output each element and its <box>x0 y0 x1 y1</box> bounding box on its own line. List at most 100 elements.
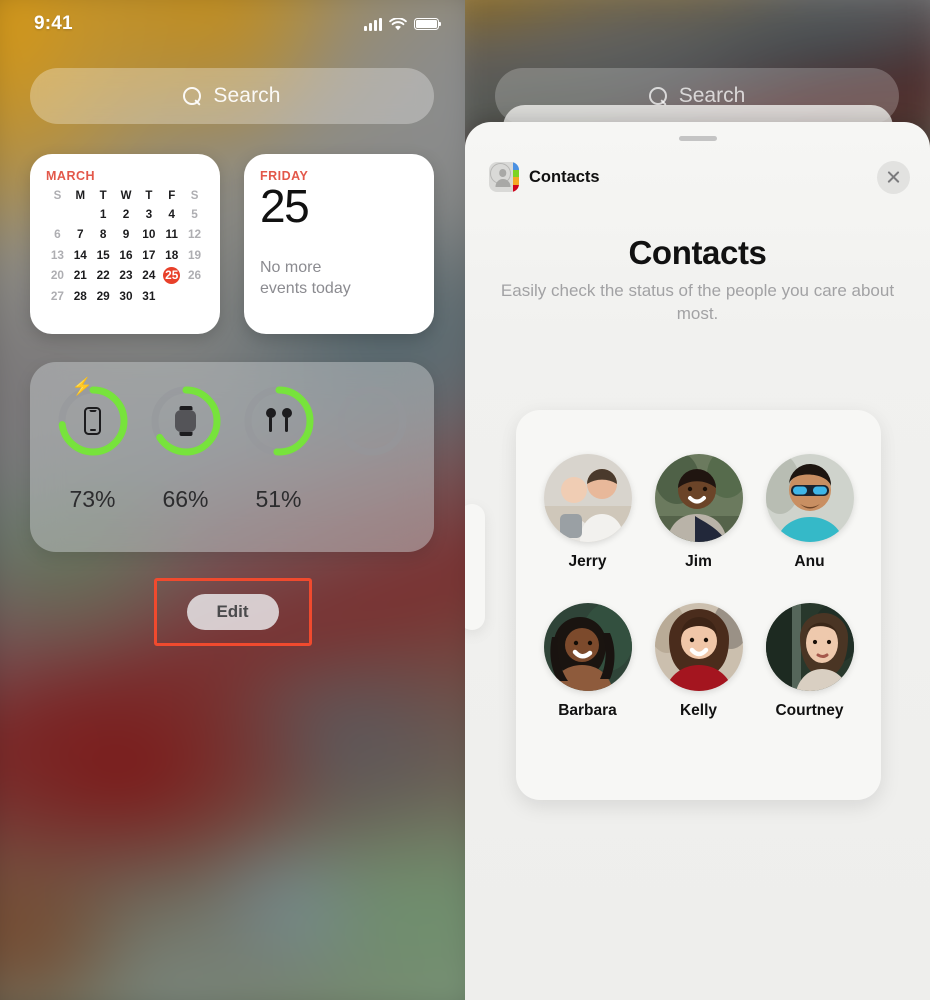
calendar-day: 10 <box>142 227 156 241</box>
sheet-subtitle: Easily check the status of the people yo… <box>500 281 895 323</box>
contact-item[interactable]: Kelly <box>654 603 743 720</box>
contact-item[interactable]: Barbara <box>543 603 632 720</box>
calendar-day: 16 <box>119 247 133 262</box>
battery-ring-apple-watch <box>149 384 223 458</box>
calendar-day: 4 <box>168 206 175 221</box>
calendar-day: 23 <box>119 268 133 282</box>
battery-ring-iphone: ⚡ <box>56 377 130 458</box>
battery-percent-label: 51% <box>255 486 302 512</box>
contact-item[interactable]: Courtney <box>765 603 854 720</box>
calendar-grid: SMTWTFS..1234567891011121314151617181920… <box>46 190 206 305</box>
calendar-day: 30 <box>119 288 133 303</box>
avatar <box>543 454 632 542</box>
calendar-dow: S <box>53 190 62 202</box>
sheet-app-name: Contacts <box>529 167 600 186</box>
contacts-widget-preview[interactable]: Jerry Jim Anu Barbara Kelly Courtney <box>516 410 881 800</box>
calendar-day: 12 <box>188 227 202 241</box>
calendar-day: 3 <box>145 206 153 221</box>
calendar-dow: M <box>75 190 86 202</box>
calendar-day: 21 <box>73 268 87 282</box>
close-icon[interactable] <box>877 160 910 194</box>
widget-row: MARCH SMTWTFS..1234567891011121314151617… <box>30 154 434 334</box>
search-icon <box>648 86 668 106</box>
calendar-dow: F <box>168 190 176 202</box>
contact-name: Jim <box>685 553 712 570</box>
contact-item[interactable]: Jim <box>654 454 743 571</box>
search-icon <box>183 86 202 106</box>
widget-preview-peek-left[interactable] <box>465 504 485 630</box>
contact-name: Anu <box>794 553 825 570</box>
edit-button-highlight: Edit <box>153 578 312 646</box>
battery-rings: ⚡ <box>30 377 434 458</box>
calendar-day: 18 <box>165 247 179 262</box>
battery-ring-airpods <box>242 384 316 458</box>
event-empty-message: No more events today <box>260 259 351 298</box>
battery-widget[interactable]: ⚡ 73% 66% 51% <box>30 362 434 552</box>
status-icons <box>364 17 442 31</box>
battery-percent-label: 66% <box>162 486 209 512</box>
contact-name: Kelly <box>679 702 718 719</box>
contact-name: Barbara <box>558 702 617 719</box>
calendar-day: 1 <box>99 206 107 221</box>
calendar-day: 31 <box>142 288 156 303</box>
calendar-widget[interactable]: MARCH SMTWTFS..1234567891011121314151617… <box>30 154 220 334</box>
status-bar: 9:41 <box>0 0 465 48</box>
status-time: 9:41 <box>34 13 73 34</box>
avatar <box>654 454 743 542</box>
contact-name: Jerry <box>568 553 607 570</box>
avatar <box>654 603 743 691</box>
calendar-day: 22 <box>96 268 110 282</box>
calendar-day: 6 <box>54 227 61 241</box>
avatar <box>765 603 854 691</box>
calendar-day: 2 <box>122 206 130 221</box>
edit-button[interactable]: Edit <box>186 594 279 630</box>
calendar-day: 25 <box>163 267 181 284</box>
calendar-day: 28 <box>73 288 87 303</box>
calendar-day: 20 <box>50 268 64 282</box>
search-bar[interactable]: Search <box>30 68 434 124</box>
sheet-title: Contacts <box>628 234 767 271</box>
left-phone-screen: 9:41 Search MARCH SMTWTFS..1234567891011… <box>0 0 465 1000</box>
sheet-grabber-handle[interactable] <box>678 136 717 141</box>
calendar-dow: S <box>190 190 199 202</box>
calendar-day: 17 <box>142 247 156 262</box>
event-date-number: 25 <box>260 180 310 232</box>
events-widget[interactable]: FRIDAY 25 No more events today <box>244 154 434 334</box>
calendar-dow: T <box>99 190 107 202</box>
calendar-day: 24 <box>142 268 156 282</box>
contact-item[interactable]: Anu <box>765 454 854 571</box>
calendar-day: 27 <box>50 288 64 303</box>
right-phone-screen: Search Contacts Contacts Easily check th… <box>465 0 930 1000</box>
calendar-day: 8 <box>99 227 107 241</box>
contacts-grid: Jerry Jim Anu Barbara Kelly Courtney <box>532 454 865 720</box>
widget-picker-sheet: Contacts Contacts Easily check the statu… <box>465 122 930 1000</box>
wifi-icon <box>389 17 407 30</box>
calendar-day: 14 <box>73 247 87 262</box>
calendar-day: 29 <box>96 288 110 303</box>
contacts-app-icon <box>489 162 519 192</box>
battery-percent-label: 73% <box>69 486 116 512</box>
avatar <box>543 603 632 691</box>
battery-icon <box>414 18 442 30</box>
sheet-header: Contacts <box>489 154 910 200</box>
calendar-day: 9 <box>122 227 130 241</box>
contact-item[interactable]: Jerry <box>543 454 632 571</box>
apple-watch-icon <box>149 384 223 458</box>
search-placeholder: Search <box>213 84 281 107</box>
calendar-day: 19 <box>188 247 202 262</box>
calendar-day: 11 <box>165 227 178 241</box>
calendar-day: 26 <box>188 268 202 282</box>
calendar-dow: T <box>145 190 153 202</box>
battery-percent-labels: 73% 66% 51% <box>30 486 434 513</box>
cellular-bars-icon <box>364 17 382 31</box>
calendar-month-label: MARCH <box>46 169 96 183</box>
calendar-dow: W <box>120 190 132 202</box>
contact-name: Courtney <box>775 702 844 719</box>
calendar-day: 5 <box>191 206 198 221</box>
empty-slot-icon <box>335 384 409 458</box>
battery-ring-empty-slot <box>335 384 409 458</box>
calendar-day: 15 <box>96 247 110 262</box>
charging-bolt-icon: ⚡ <box>71 377 93 396</box>
screenshot-stage: 9:41 Search MARCH SMTWTFS..1234567891011… <box>0 0 930 1000</box>
airpods-icon <box>242 384 316 458</box>
